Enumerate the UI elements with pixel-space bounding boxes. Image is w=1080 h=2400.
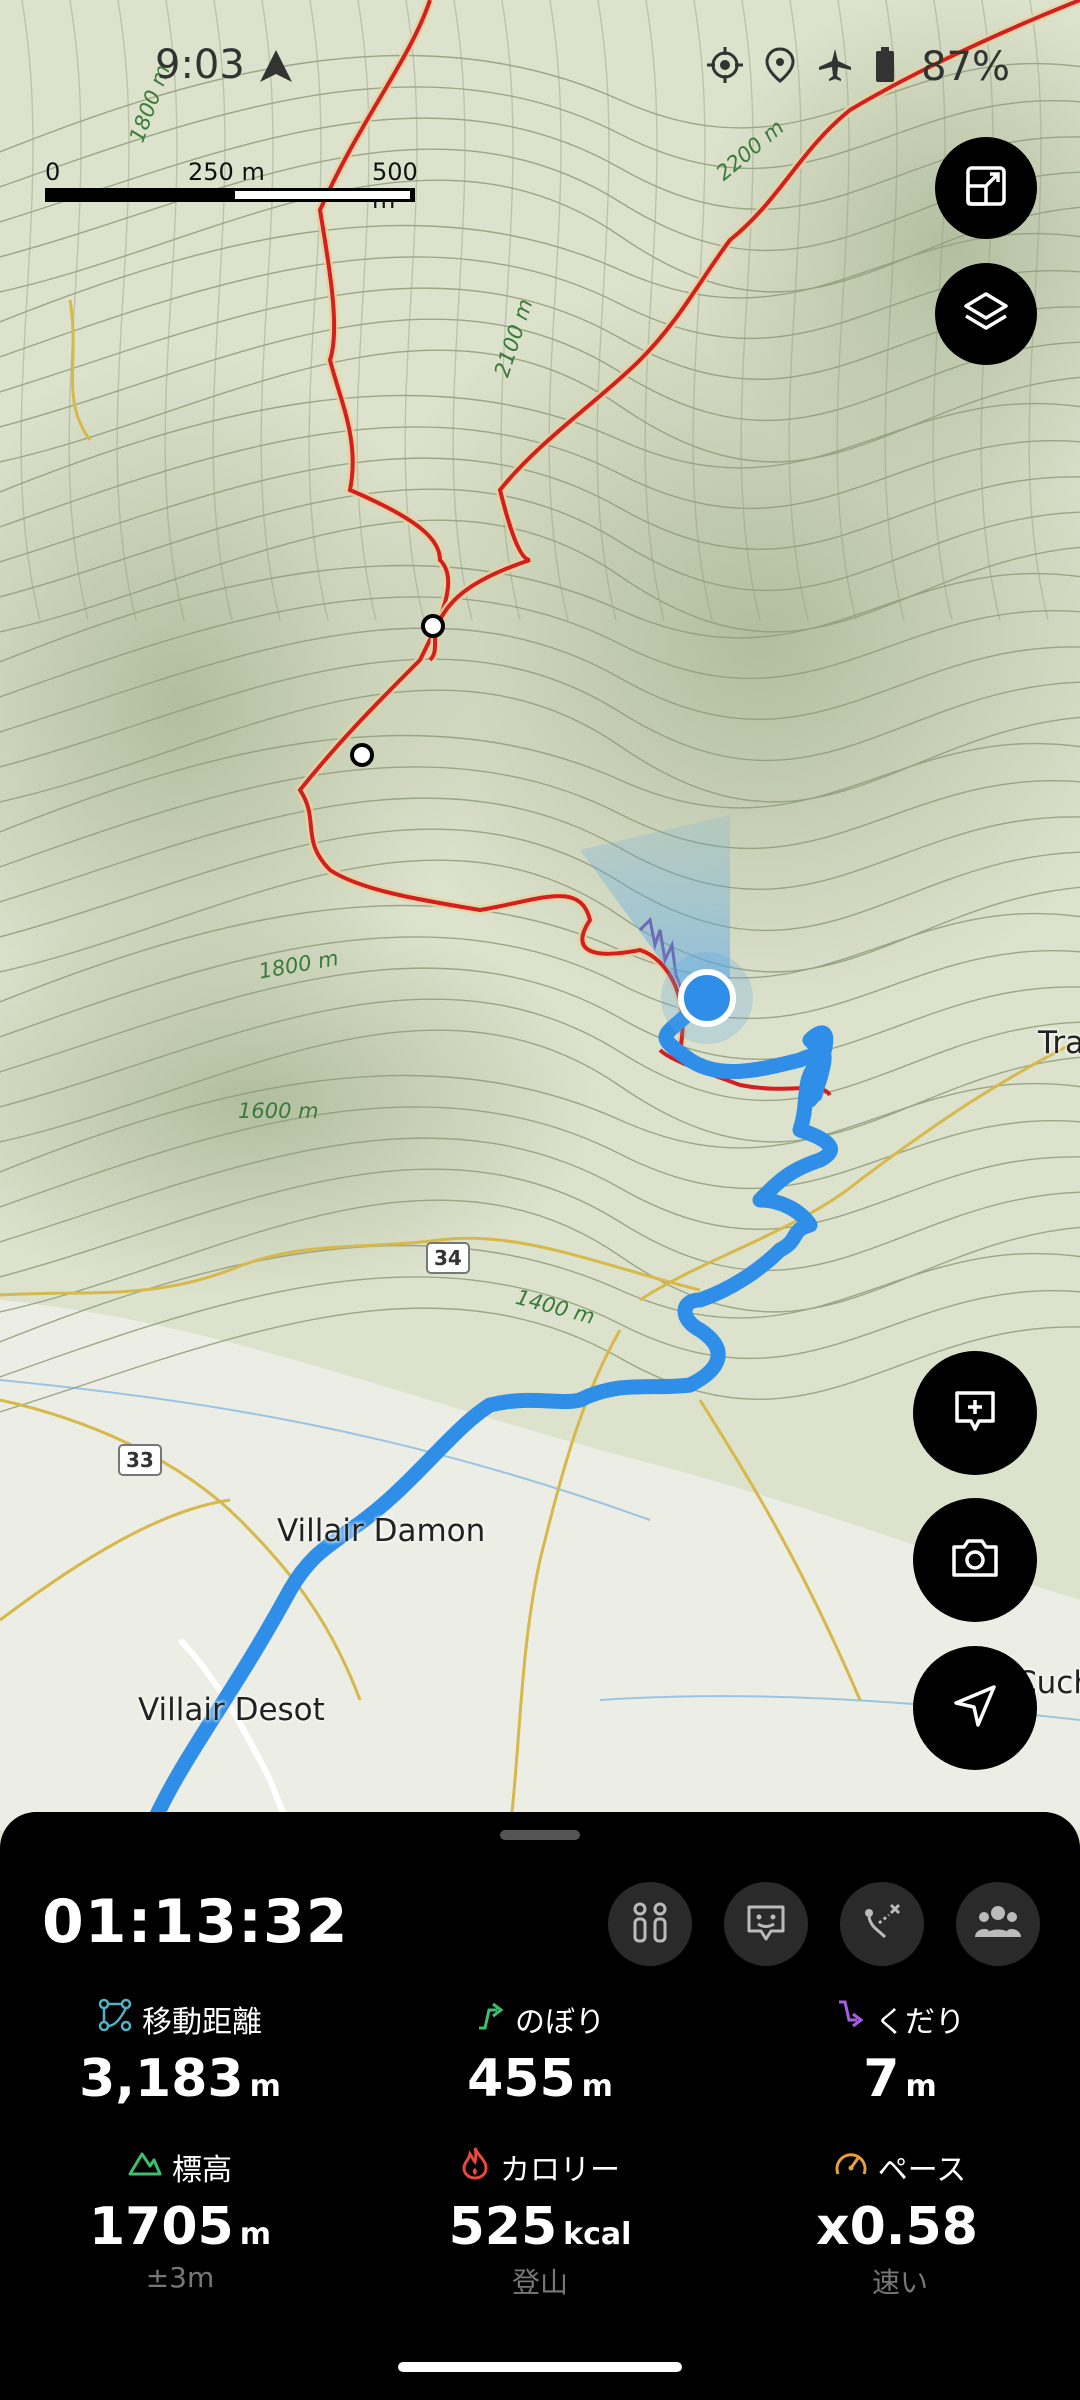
camera-icon	[948, 1531, 1002, 1589]
stat-descent: くだり 7m	[720, 1997, 1080, 2109]
face-button[interactable]	[724, 1882, 808, 1966]
navigate-arrow-icon	[950, 1681, 1000, 1735]
stat-descent-label: くだり	[875, 2005, 965, 2040]
waypoints-button[interactable]	[608, 1882, 692, 1966]
contour-label: 1600 m	[238, 1099, 319, 1123]
descent-icon	[835, 1998, 865, 2040]
stat-altitude-accuracy: ±3m	[145, 2261, 215, 2294]
stat-pace-value: x0.58	[816, 2197, 978, 2257]
status-bar: 9:03 87%	[0, 36, 1080, 100]
ascent-icon	[475, 1998, 505, 2040]
stat-distance-value: 3,183	[79, 2049, 244, 2109]
location-pin-icon	[765, 47, 795, 87]
stat-altitude-label: 標高	[172, 2153, 232, 2188]
place-label-tra: Tra	[1038, 1025, 1080, 1061]
stat-distance-unit: m	[249, 2069, 281, 2104]
stat-altitude-unit: m	[239, 2217, 271, 2252]
stat-pace-label: ペース	[877, 2153, 967, 2188]
elapsed-timer: 01:13:32	[42, 1887, 349, 1957]
place-label-villair-damon: Villair Damon	[277, 1513, 486, 1549]
airplane-mode-icon	[817, 47, 853, 87]
road-number-34: 34	[426, 1242, 470, 1274]
add-note-button[interactable]	[913, 1351, 1037, 1475]
stat-pace-rating: 速い	[871, 2266, 928, 2299]
stat-calories: カロリー 525 kcal 登山	[360, 2145, 720, 2301]
altitude-icon	[128, 2148, 162, 2186]
map-view-toggle-button[interactable]	[935, 137, 1037, 239]
road-number-33: 33	[118, 1444, 162, 1476]
navigation-triangle-icon	[258, 48, 294, 88]
stat-descent-unit: m	[905, 2069, 937, 2104]
map-view-toggle-icon	[964, 164, 1008, 212]
pace-gauge-icon	[834, 2148, 868, 2186]
stat-calories-activity: 登山	[511, 2266, 568, 2299]
group-button[interactable]	[956, 1882, 1040, 1966]
stat-calories-label: カロリー	[500, 2153, 620, 2188]
stat-ascent-value: 455	[467, 2049, 576, 2109]
layers-button[interactable]	[935, 263, 1037, 365]
stat-ascent: のぼり 455 m	[360, 1997, 720, 2109]
stat-pace: ペース x0.58 速い	[720, 2145, 1080, 2301]
stat-ascent-unit: m	[581, 2069, 613, 2104]
activity-panel: 01:13:32 移動距離 3,183 m のぼり 455 m くだり 7 m …	[0, 1812, 1080, 2400]
panel-drag-handle[interactable]	[500, 1830, 580, 1840]
scale-bar-graphic	[45, 188, 415, 202]
scale-label-500: 500 m	[372, 158, 418, 214]
place-label-villair-desot: Villair Desot	[138, 1692, 325, 1728]
stat-altitude-value: 1705	[89, 2197, 234, 2257]
stat-altitude: 標高 1705 m ±3m	[0, 2145, 360, 2294]
map-scale-bar: 0 250 m 500 m	[45, 158, 418, 214]
layers-icon	[962, 288, 1010, 340]
battery-icon	[875, 47, 895, 87]
home-indicator[interactable]	[398, 2362, 682, 2372]
battery-percent: 87%	[921, 44, 1010, 90]
calorie-flame-icon	[460, 2146, 490, 2188]
add-note-icon	[949, 1385, 1001, 1441]
panel-action-buttons	[608, 1882, 1040, 1966]
scale-label-250: 250 m	[188, 158, 265, 186]
stat-descent-value: 7	[863, 2049, 900, 2109]
navigate-button[interactable]	[913, 1646, 1037, 1770]
stat-distance: 移動距離 3,183 m	[0, 1997, 360, 2109]
scale-label-0: 0	[45, 158, 61, 186]
route-branch-icon	[859, 1899, 905, 1949]
status-time: 9:03	[155, 42, 245, 88]
distance-icon	[98, 1998, 132, 2040]
stat-calories-value: 525	[448, 2197, 558, 2257]
stat-calories-unit: kcal	[563, 2217, 632, 2252]
camera-button[interactable]	[913, 1498, 1037, 1622]
group-icon	[973, 1899, 1023, 1949]
stat-distance-label: 移動距離	[142, 2005, 262, 2040]
waypoint-markers-icon	[627, 1899, 673, 1949]
face-icon	[743, 1899, 789, 1949]
stat-ascent-label: のぼり	[515, 2005, 605, 2040]
route-branch-button[interactable]	[840, 1882, 924, 1966]
gps-target-icon	[707, 47, 744, 87]
